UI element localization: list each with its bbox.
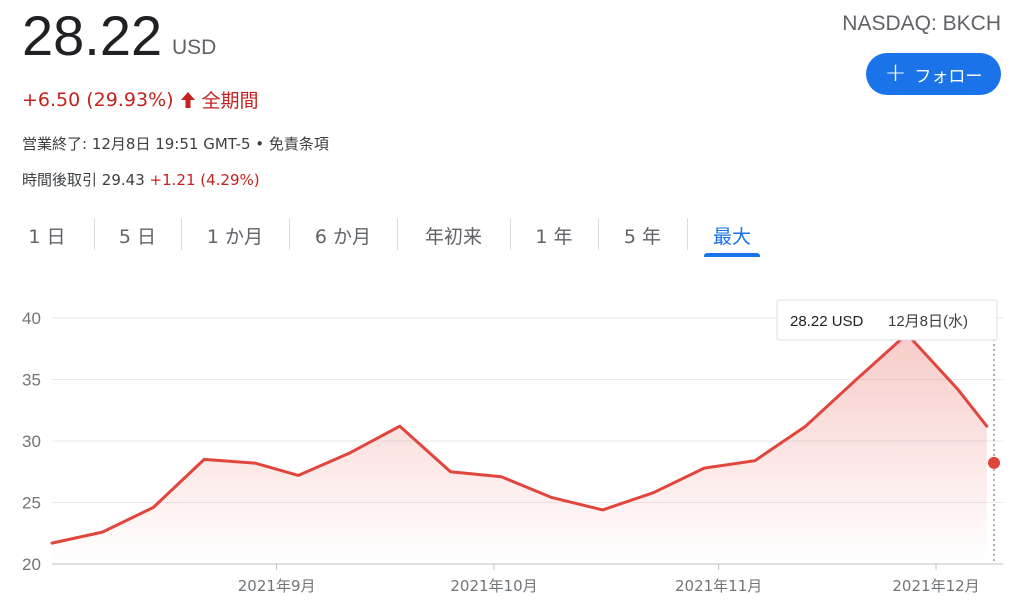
follow-button-label: フォロー: [914, 66, 983, 87]
tab-1-year[interactable]: 1 年: [510, 212, 598, 258]
tab-1-month[interactable]: 1 か月: [181, 212, 289, 258]
tooltip-date: 12月8日(水): [888, 313, 968, 330]
follow-button[interactable]: + フォロー: [866, 53, 1001, 95]
tab-max[interactable]: 最大: [687, 212, 777, 258]
y-axis: 20 25 30 35 40: [22, 309, 41, 574]
tab-5-years[interactable]: 5 年: [598, 212, 687, 258]
x-tick-label: 2021年11月: [675, 577, 762, 595]
change-value: +6.50 (29.93%): [22, 88, 174, 111]
after-hours-change: +1.21 (4.29%): [149, 171, 260, 189]
after-hours-price: 29.43: [101, 171, 145, 189]
y-tick-label: 25: [22, 494, 41, 513]
range-tabs: 1 日 5 日 1 か月 6 か月 年初来 1 年 5 年 最大: [0, 212, 777, 258]
x-axis: 2021年9月 2021年10月 2021年11月 2021年12月: [238, 564, 980, 595]
tab-1-day[interactable]: 1 日: [0, 212, 94, 258]
last-point-marker: [988, 456, 1000, 469]
after-hours-label: 時間後取引: [22, 171, 98, 189]
y-tick-label: 35: [22, 371, 41, 390]
price-area: [52, 334, 987, 564]
price-change: +6.50 (29.93%) 全期間: [22, 86, 259, 113]
tab-6-months[interactable]: 6 か月: [289, 212, 397, 258]
y-tick-label: 20: [22, 555, 41, 574]
current-price: 28.22: [22, 4, 163, 67]
arrow-up-icon: [180, 91, 195, 108]
tab-ytd[interactable]: 年初来: [397, 212, 510, 258]
after-hours: 時間後取引 29.43 +1.21 (4.29%): [22, 169, 260, 190]
tab-5-days[interactable]: 5 日: [94, 212, 181, 258]
currency-label: USD: [172, 36, 217, 59]
change-period: 全期間: [201, 90, 259, 112]
price-chart[interactable]: 20 25 30 35 40 2021年9月 2021年10月 2021年11月 2021年1…: [0, 290, 1025, 602]
x-tick-label: 2021年10月: [450, 577, 537, 595]
market-status: 営業終了: 12月8日 19:51 GMT-5 • 免責条項: [22, 135, 329, 153]
x-tick-label: 2021年12月: [892, 577, 979, 595]
y-tick-label: 30: [22, 432, 41, 451]
exchange-ticker: NASDAQ: BKCH: [842, 12, 1001, 35]
x-tick-label: 2021年9月: [238, 577, 316, 595]
y-tick-label: 40: [22, 309, 41, 328]
tooltip-value: 28.22 USD: [790, 313, 864, 330]
price-tooltip: 28.22 USD 12月8日(水): [776, 299, 998, 341]
plus-icon: +: [884, 58, 907, 88]
